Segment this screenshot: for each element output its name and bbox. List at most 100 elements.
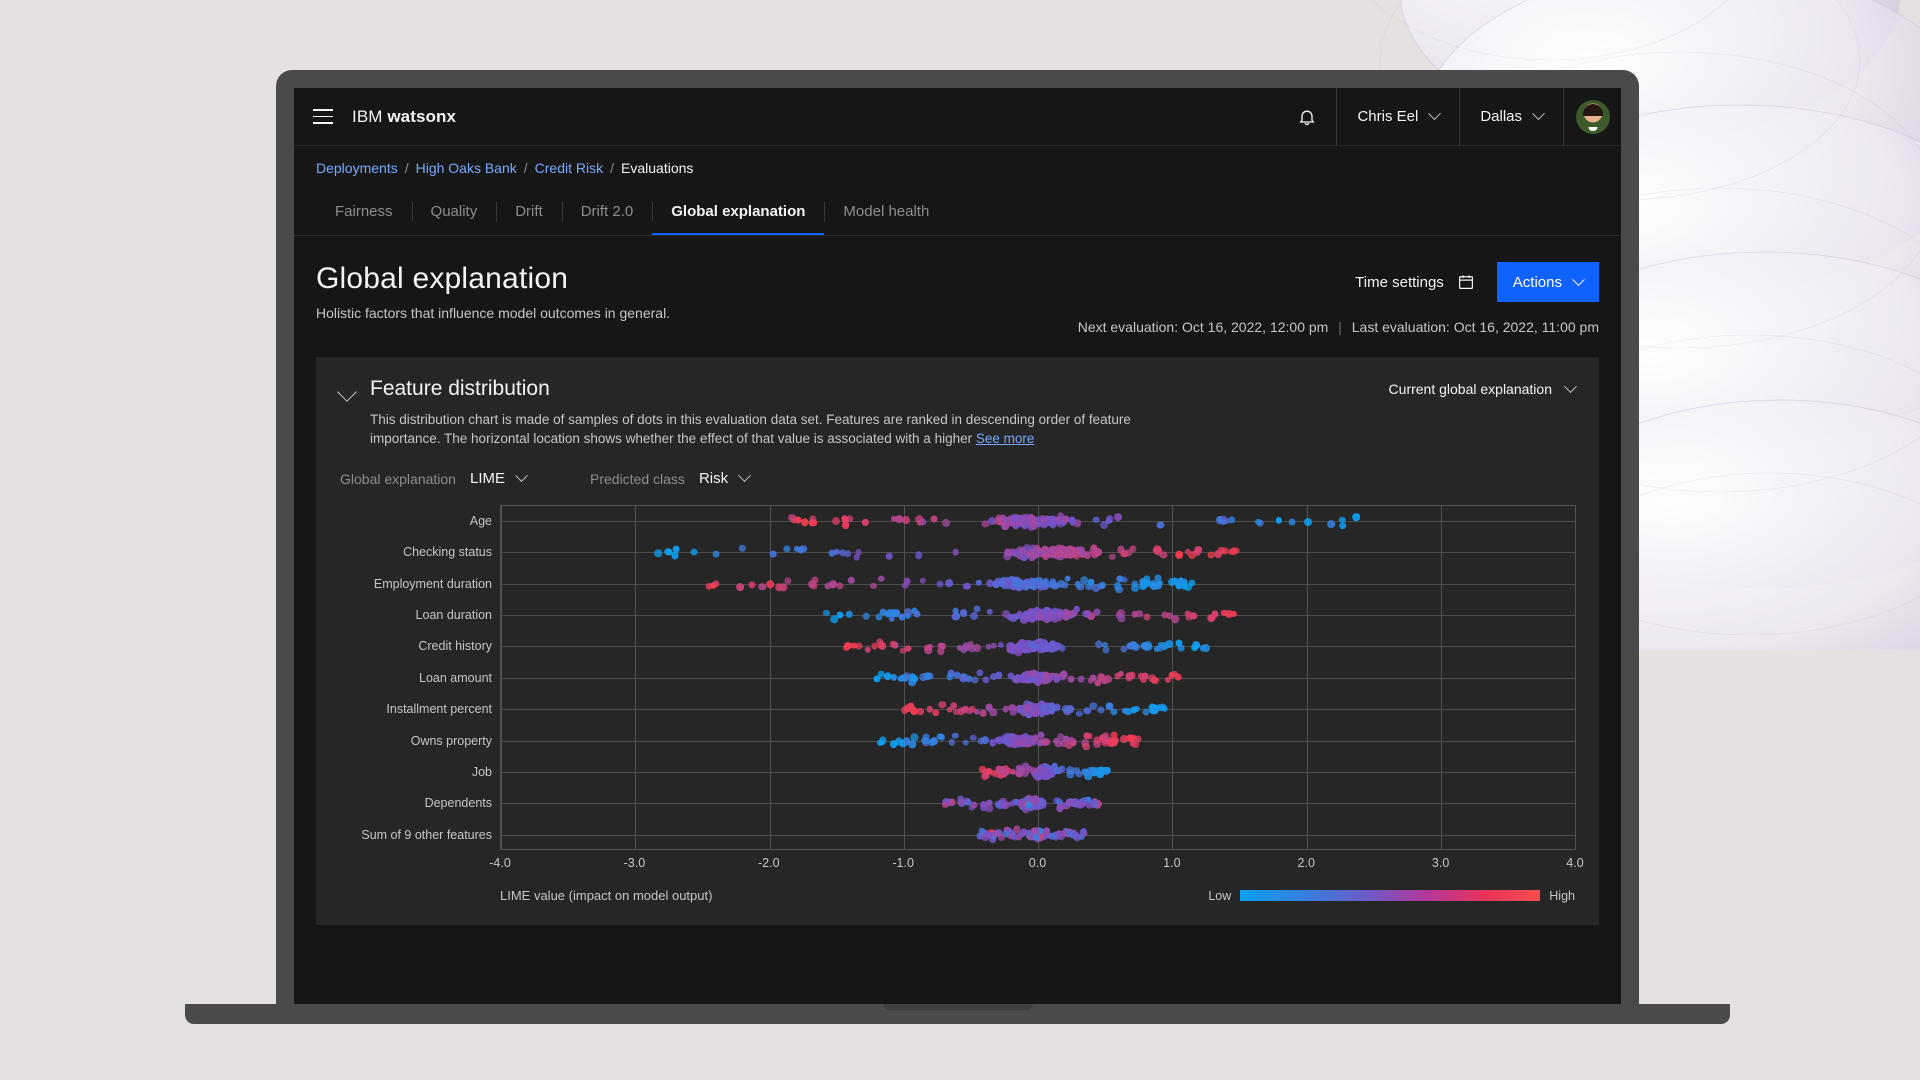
tab-label: Global explanation: [671, 203, 806, 220]
chart-dot: [904, 645, 912, 652]
x-axis-tick: 0.0: [1028, 856, 1047, 871]
chart-dot: [1151, 707, 1159, 715]
color-legend: Low High: [1208, 889, 1575, 903]
tab-label: Fairness: [335, 203, 393, 220]
avatar-button[interactable]: [1563, 88, 1621, 146]
calendar-icon: [1458, 275, 1473, 289]
chart-dot: [794, 516, 802, 524]
scope-selector[interactable]: Current global explanation: [1389, 377, 1577, 397]
timestamp-separator: |: [1338, 319, 1342, 335]
feature-distribution-card: Feature distribution This distribution c…: [316, 357, 1599, 926]
hamburger-menu-icon[interactable]: [294, 88, 352, 146]
chart-dot: [915, 551, 923, 560]
chart-dot: [1109, 553, 1116, 561]
chart-dot: [951, 732, 959, 739]
breadcrumb-separator: /: [404, 160, 409, 176]
chart-dot: [1076, 583, 1085, 591]
chart-dot: [1067, 799, 1076, 808]
chart-dot: [970, 612, 979, 621]
laptop-base: [185, 1004, 1730, 1024]
global-explanation-select[interactable]: LIME: [470, 469, 528, 487]
chevron-down-icon: [1428, 107, 1442, 121]
last-evaluation: Last evaluation: Oct 16, 2022, 11:00 pm: [1351, 319, 1599, 335]
x-axis-tick: -1.0: [892, 856, 914, 871]
chart-dot: [769, 550, 777, 558]
notifications-button[interactable]: [1278, 88, 1336, 146]
chart-dot: [1164, 676, 1172, 684]
user-menu-button[interactable]: Chris Eel: [1336, 88, 1459, 146]
chart-dot: [1102, 646, 1110, 654]
breadcrumb-item-high-oaks-bank[interactable]: High Oaks Bank: [416, 160, 517, 176]
tab-drift[interactable]: Drift: [496, 190, 562, 235]
time-settings-button[interactable]: Time settings: [1355, 273, 1475, 291]
chart-dot: [711, 579, 720, 588]
predicted-class-select[interactable]: Risk: [698, 469, 751, 488]
chart-dot: [1050, 582, 1058, 590]
chart-dot: [968, 644, 976, 653]
region-menu-button[interactable]: Dallas: [1459, 88, 1563, 146]
breadcrumb-separator: /: [610, 160, 615, 176]
page-header: Global explanation Holistic factors that…: [316, 262, 1599, 335]
chart-dot: [957, 707, 965, 715]
chart-dot: [1076, 710, 1083, 718]
page-header-actions: Time settings Actions: [1355, 262, 1599, 302]
card-description: This distribution chart is made of sampl…: [370, 410, 1160, 448]
brand-logo[interactable]: IBM watsonx: [352, 107, 456, 127]
tab-label: Drift: [515, 203, 543, 220]
x-axis-tick: -4.0: [489, 856, 511, 871]
laptop-mockup: IBM watsonx Chris Eel Dallas Deployments…: [185, 70, 1730, 1024]
legend-low-label: Low: [1208, 888, 1232, 903]
chart-dot: [1023, 613, 1031, 622]
chart-dot: [1025, 794, 1033, 802]
chevron-down-icon: [1564, 379, 1577, 393]
actions-button[interactable]: Actions: [1496, 262, 1599, 302]
chart-dot: [919, 673, 928, 681]
chart-dot: [962, 739, 969, 746]
chart-dot: [1018, 829, 1026, 838]
chart-dot: [1288, 518, 1296, 526]
chart-dot: [1058, 645, 1066, 652]
chart-dot: [899, 674, 908, 682]
chart-dot: [945, 579, 953, 588]
breadcrumb-item-credit-risk[interactable]: Credit Risk: [535, 160, 603, 176]
breadcrumb-item-deployments[interactable]: Deployments: [316, 160, 398, 176]
chart-dot: [998, 834, 1005, 841]
x-axis-tick: -2.0: [757, 856, 780, 871]
predicted-class-value: Risk: [698, 470, 729, 488]
chart-dot: [1004, 548, 1013, 557]
x-axis-tick: 4.0: [1566, 856, 1584, 871]
chart-dot: [942, 519, 951, 527]
tab-drift-2-0[interactable]: Drift 2.0: [561, 190, 653, 235]
chart-footer: LIME value (impact on model output) Low …: [340, 888, 1575, 903]
tab-quality[interactable]: Quality: [411, 190, 497, 235]
chart-dot: [1339, 521, 1347, 530]
chart-dot: [1275, 517, 1283, 524]
tab-bar: Fairness Quality Drift Drift 2.0 Global …: [294, 190, 1621, 236]
chart-dot: [1069, 831, 1077, 839]
chart-dot: [1055, 549, 1064, 557]
tab-model-health[interactable]: Model health: [824, 190, 948, 235]
chart-dot: [1083, 706, 1092, 715]
y-axis-label: Job: [471, 764, 492, 779]
y-axis-label: Dependents: [424, 796, 492, 811]
chart-dot: [1075, 770, 1083, 778]
tab-global-explanation[interactable]: Global explanation: [652, 190, 825, 235]
card-header: Feature distribution This distribution c…: [337, 377, 1577, 448]
user-name: Chris Eel: [1357, 108, 1419, 125]
chart-dot: [654, 549, 662, 558]
chart-dot: [1352, 513, 1361, 521]
chart-dot: [989, 672, 998, 681]
chart-dot: [1041, 737, 1050, 746]
chevron-down-icon[interactable]: [337, 382, 357, 402]
tab-fairness[interactable]: Fairness: [316, 190, 412, 235]
chart-dot: [886, 553, 893, 560]
chart-dot: [1092, 516, 1100, 524]
chart-dot: [1165, 640, 1174, 649]
see-more-link[interactable]: See more: [976, 431, 1035, 446]
chart-dot: [1061, 671, 1069, 679]
chart-dot: [836, 582, 844, 590]
chart-dot: [1190, 643, 1199, 652]
y-axis-label: Owns property: [410, 733, 492, 748]
chart-dot: [949, 799, 957, 806]
chart-plot-area[interactable]: [500, 505, 1576, 851]
